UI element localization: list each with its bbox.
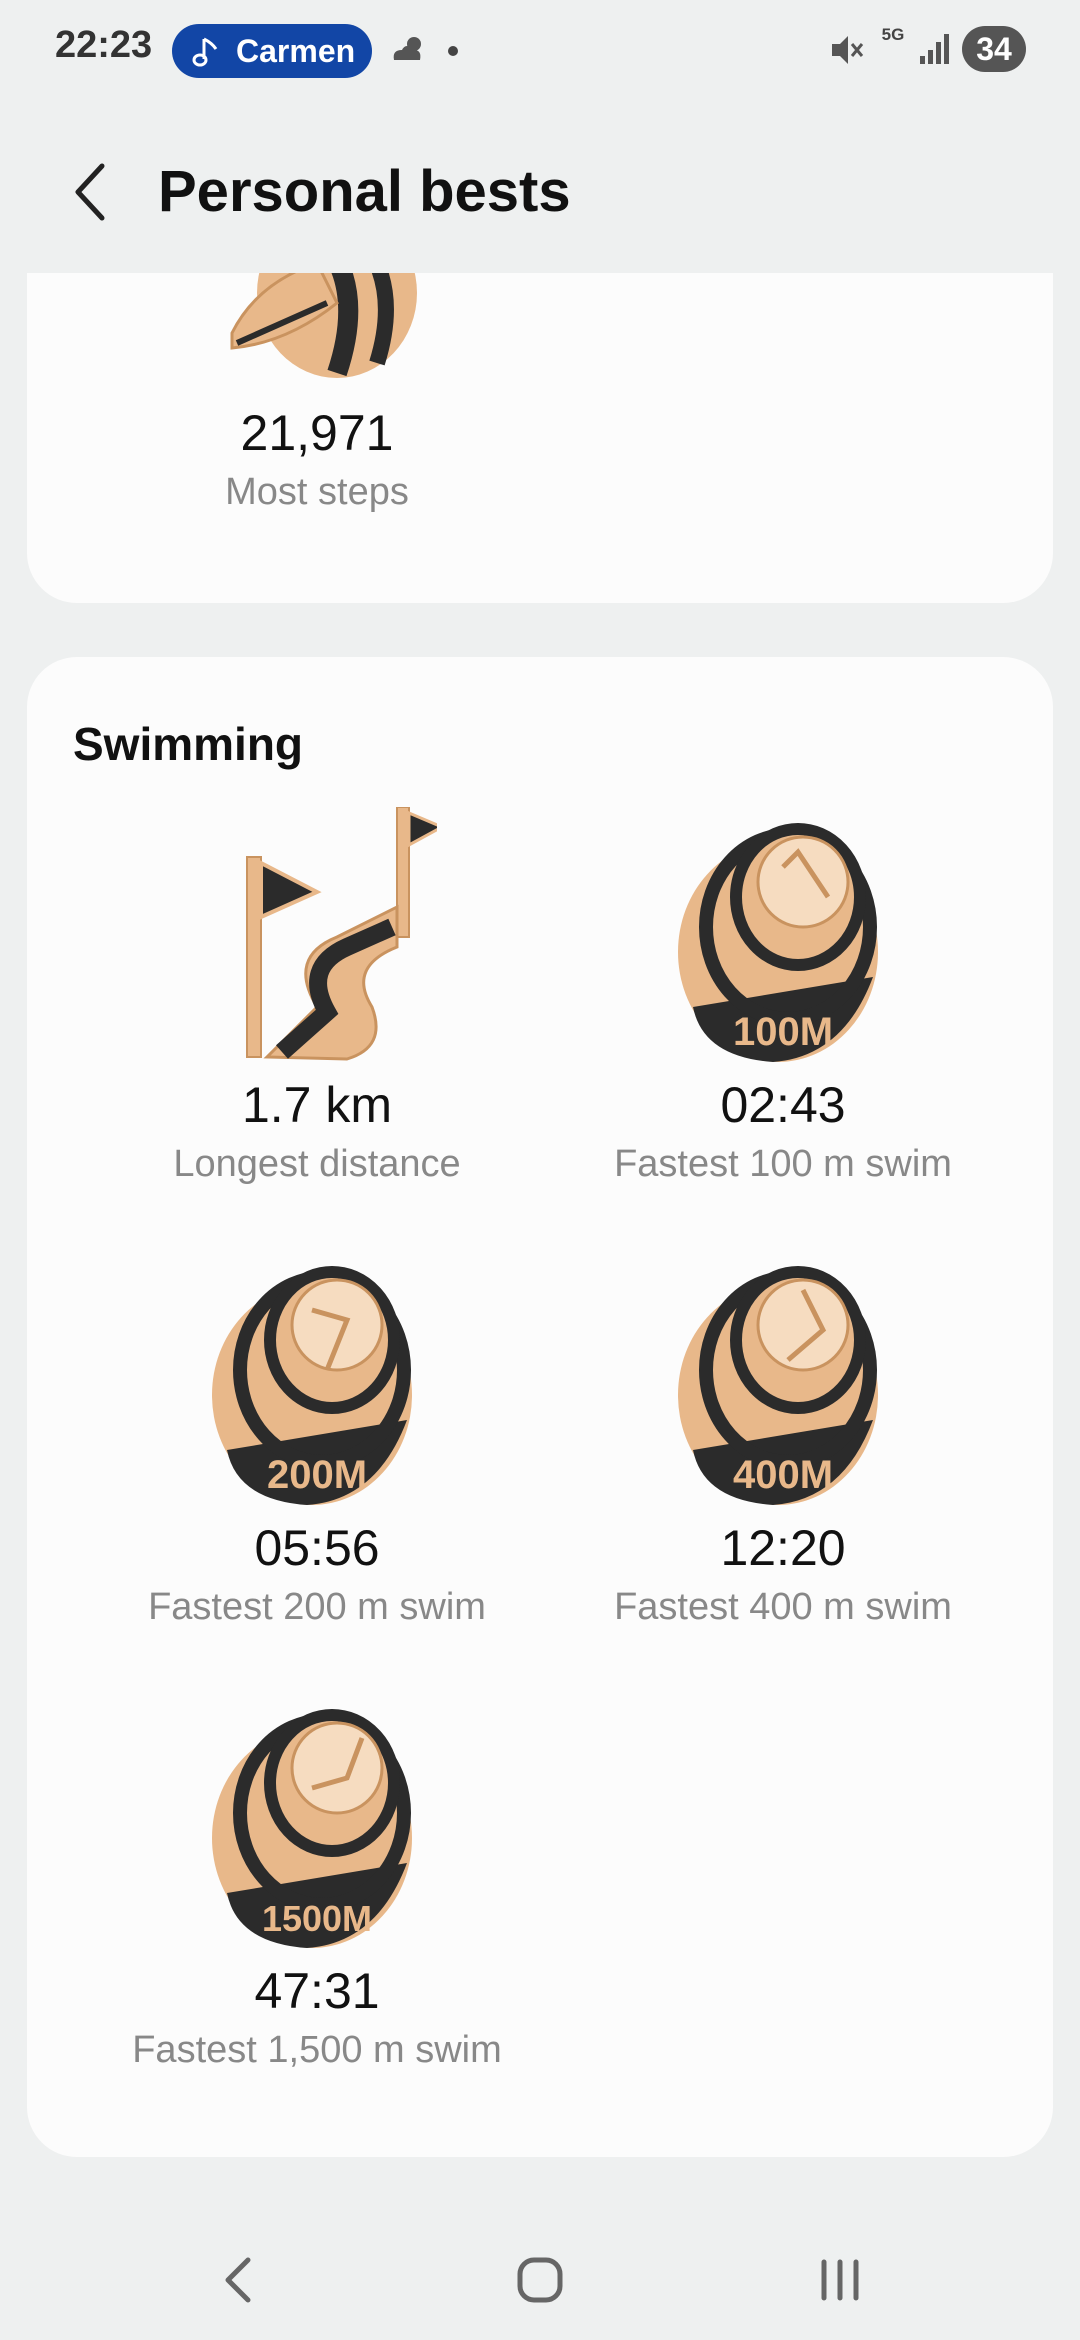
swim-value: 12:20 [720, 1520, 846, 1576]
notification-dot [448, 46, 458, 56]
svg-text:1500M: 1500M [262, 1898, 372, 1939]
swim-label: Longest distance [173, 1143, 461, 1185]
weather-icon [393, 37, 421, 60]
page-title: Personal bests [158, 159, 571, 224]
steps-card: 21,971 Most steps [27, 273, 1053, 603]
status-time: 22:23 [55, 24, 153, 66]
status-bar: 22:23 Carmen 5G 34 [0, 0, 1080, 100]
app-header: Personal bests [0, 100, 1080, 275]
swim-value: 05:56 [254, 1520, 380, 1576]
swim-fastest-100m[interactable]: 100M 02:43 Fastest 100 m swim [553, 807, 1013, 1187]
flags-badge-icon [246, 807, 437, 1061]
stopwatch-100m-badge-icon: 100M [678, 823, 878, 1062]
stopwatch-200m-badge-icon: 200M [212, 1266, 412, 1505]
nav-back-icon [225, 2257, 251, 2303]
swim-fastest-200m[interactable]: 200M 05:56 Fastest 200 m swim [87, 1250, 547, 1630]
system-nav-bar [0, 2200, 1080, 2340]
signal-icon [920, 34, 949, 64]
swim-longest-distance[interactable]: 1.7 km Longest distance [87, 807, 547, 1187]
swim-label: Fastest 1,500 m swim [132, 2029, 502, 2071]
svg-text:400M: 400M [733, 1453, 833, 1497]
swim-fastest-400m[interactable]: 400M 12:20 Fastest 400 m swim [553, 1250, 1013, 1630]
stopwatch-400m-badge-icon: 400M [678, 1266, 878, 1505]
nav-home-button[interactable] [500, 2240, 580, 2320]
swim-label: Fastest 400 m swim [614, 1586, 952, 1628]
swim-value: 1.7 km [241, 1077, 393, 1133]
swimming-card: Swimming 1.7 km Longest distance 100M 02… [27, 657, 1053, 2157]
steps-value: 21,971 [240, 405, 394, 461]
swim-label: Fastest 200 m swim [148, 1586, 486, 1628]
swim-value: 02:43 [720, 1077, 846, 1133]
nav-home-icon [517, 2257, 563, 2303]
stopwatch-1500m-badge-icon: 1500M [212, 1709, 412, 1948]
network-type: 5G [881, 25, 905, 44]
now-playing-label: Carmen [236, 33, 356, 69]
steps-badge-item[interactable]: 21,971 Most steps [87, 273, 547, 515]
back-button[interactable] [58, 152, 128, 232]
back-arrow-icon [75, 163, 105, 221]
swim-value: 47:31 [254, 1963, 380, 2019]
steps-label: Most steps [225, 471, 409, 513]
now-playing-pill[interactable]: Carmen [172, 24, 372, 78]
swim-label: Fastest 100 m swim [614, 1143, 952, 1185]
section-title-swimming: Swimming [73, 718, 304, 770]
nav-recents-button[interactable] [800, 2240, 880, 2320]
music-note-icon [192, 37, 218, 67]
swim-fastest-1500m[interactable]: 1500M 47:31 Fastest 1,500 m swim [87, 1693, 547, 2073]
mute-icon [832, 36, 864, 64]
battery-indicator: 34 [962, 26, 1026, 72]
nav-recents-icon [821, 2259, 859, 2301]
svg-text:100M: 100M [733, 1010, 833, 1054]
svg-text:200M: 200M [267, 1453, 367, 1497]
nav-back-button[interactable] [200, 2240, 280, 2320]
shoe-badge-icon [230, 273, 417, 378]
